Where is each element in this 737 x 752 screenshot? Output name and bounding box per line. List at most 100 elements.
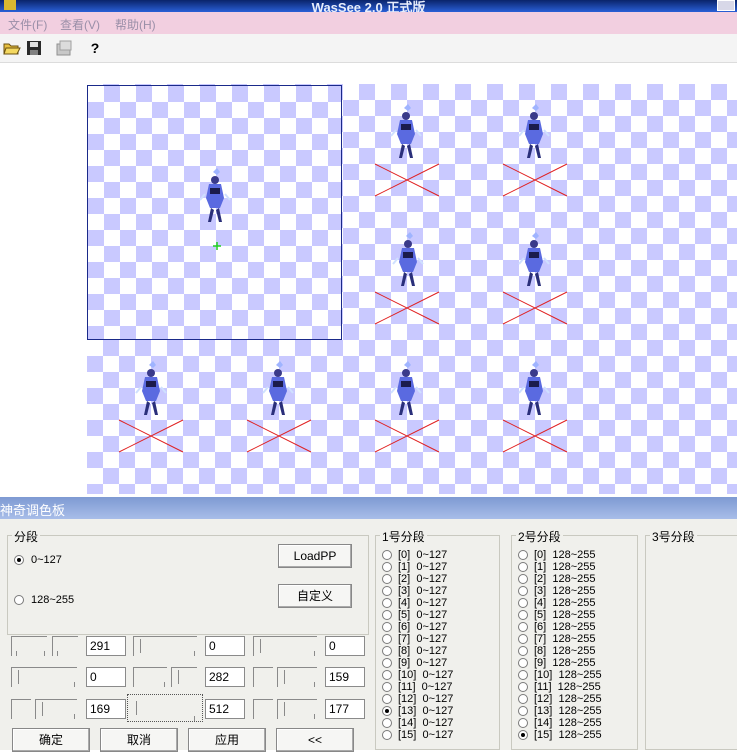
seg2-radio-2[interactable] [518,574,528,584]
seg2-radio-label-3: [3] 128~255 [534,585,596,597]
seg2-radio-6[interactable] [518,622,528,632]
sprite-1 [390,103,422,159]
seg1-radio-1[interactable] [382,562,392,572]
seg1-radio-13[interactable] [382,706,392,716]
value-field-r3-c2[interactable]: 512 [205,699,245,719]
seg1-radio-7[interactable] [382,634,392,644]
seg2-radio-label-4: [4] 128~255 [534,597,596,609]
seg2-radio-14[interactable] [518,718,528,728]
value-field-r3-c1[interactable]: 169 [86,699,126,719]
segment-radio-0-127[interactable] [14,555,24,565]
seg1-radio-14[interactable] [382,718,392,728]
seg2-radio-1[interactable] [518,562,528,572]
seg2-radio-3[interactable] [518,586,528,596]
segment-radio-128-255-label: 128~255 [31,594,75,606]
x-marker-3 [374,291,440,325]
seg2-radio-5[interactable] [518,610,528,620]
cancel-button[interactable]: 取消 [100,728,178,752]
seg2-radio-13[interactable] [518,706,528,716]
seg1-radio-9[interactable] [382,658,392,668]
seg1-radio-label-10: [10] 0~127 [398,669,454,681]
slider-r3-e[interactable] [277,699,317,719]
seg2-radio-label-15: [15] 128~255 [534,729,602,741]
value-field-r1-c3[interactable]: 0 [325,636,365,656]
value-field-r3-c3[interactable]: 177 [325,699,365,719]
slider-r2-b[interactable] [133,667,167,687]
seg1-radio-label-5: [5] 0~127 [398,609,448,621]
slider-r3-a[interactable] [11,699,31,719]
seg1-radio-label-0: [0] 0~127 [398,549,448,561]
seg1-radio-4[interactable] [382,598,392,608]
seg1-radio-label-8: [8] 0~127 [398,645,448,657]
segment-radio-128-255[interactable] [14,595,24,605]
seg2-radio-15[interactable] [518,730,528,740]
seg2-radio-label-9: [9] 128~255 [534,657,596,669]
seg1-radio-label-6: [6] 0~127 [398,621,448,633]
seg1-radio-6[interactable] [382,622,392,632]
value-field-r2-c3[interactable]: 159 [325,667,365,687]
seg1-radio-label-14: [14] 0~127 [398,717,454,729]
seg1-radio-8[interactable] [382,646,392,656]
seg1-radio-3[interactable] [382,586,392,596]
slider-r2-a[interactable] [11,667,77,687]
seg2-radio-7[interactable] [518,634,528,644]
seg1-radio-label-7: [7] 0~127 [398,633,448,645]
seg1-radio-11[interactable] [382,682,392,692]
palette-dialog: 分段 0~127 128~255 LoadPP 自定义 291 0 0 0 28… [0,519,737,752]
slider-r3-d[interactable] [253,699,273,719]
slider-r2-e[interactable] [277,667,317,687]
slider-r2-c[interactable] [171,667,197,687]
seg1-radio-10[interactable] [382,670,392,680]
seg2-radio-label-0: [0] 128~255 [534,549,596,561]
seg2-radio-8[interactable] [518,646,528,656]
segment-radio-0-127-label: 0~127 [31,554,62,566]
seg2-radio-label-14: [14] 128~255 [534,717,602,729]
slider-r2-d[interactable] [253,667,273,687]
segment-group-label: 分段 [12,528,41,545]
slider-r1-c[interactable] [133,636,197,656]
seg2-radio-10[interactable] [518,670,528,680]
x-marker-5 [118,419,184,453]
x-marker-2 [502,163,568,197]
seg2-radio-4[interactable] [518,598,528,608]
value-field-r2-c2[interactable]: 282 [205,667,245,687]
palette-dialog-titlebar: 神奇调色板 [0,497,737,519]
seg1-radio-0[interactable] [382,550,392,560]
custom-button[interactable]: 自定义 [278,584,352,608]
seg1-radio-15[interactable] [382,730,392,740]
x-marker-7 [374,419,440,453]
sprite-4 [518,231,550,287]
seg3-label: 3号分段 [650,528,697,545]
x-marker-6 [246,419,312,453]
slider-r1-a[interactable] [11,636,47,656]
seg2-radio-12[interactable] [518,694,528,704]
value-field-r1-c2[interactable]: 0 [205,636,245,656]
apply-button[interactable]: 应用 [188,728,266,752]
seg2-radio-label-12: [12] 128~255 [534,693,602,705]
seg2-label: 2号分段 [516,528,563,545]
seg1-radio-12[interactable] [382,694,392,704]
x-marker-4 [502,291,568,325]
seg2-radio-label-13: [13] 128~255 [534,705,602,717]
collapse-button[interactable]: << [276,728,354,752]
seg1-radio-2[interactable] [382,574,392,584]
seg1-label: 1号分段 [380,528,427,545]
seg2-radio-0[interactable] [518,550,528,560]
seg2-radio-11[interactable] [518,682,528,692]
ok-button[interactable]: 确定 [12,728,90,752]
seg2-radio-label-11: [11] 128~255 [534,681,601,693]
sprite-main [199,167,231,223]
slider-r1-d[interactable] [253,636,317,656]
loadpp-button[interactable]: LoadPP [278,544,352,568]
seg1-radio-label-9: [9] 0~127 [398,657,448,669]
value-field-r1-c1[interactable]: 291 [86,636,126,656]
seg1-radio-label-2: [2] 0~127 [398,573,448,585]
slider-r3-b[interactable] [35,699,77,719]
slider-r3-c[interactable] [127,694,203,722]
seg1-radio-5[interactable] [382,610,392,620]
value-field-r2-c1[interactable]: 0 [86,667,126,687]
sprite-6 [262,360,294,416]
seg2-radio-9[interactable] [518,658,528,668]
sprite-7 [390,360,422,416]
slider-r1-b[interactable] [52,636,78,656]
